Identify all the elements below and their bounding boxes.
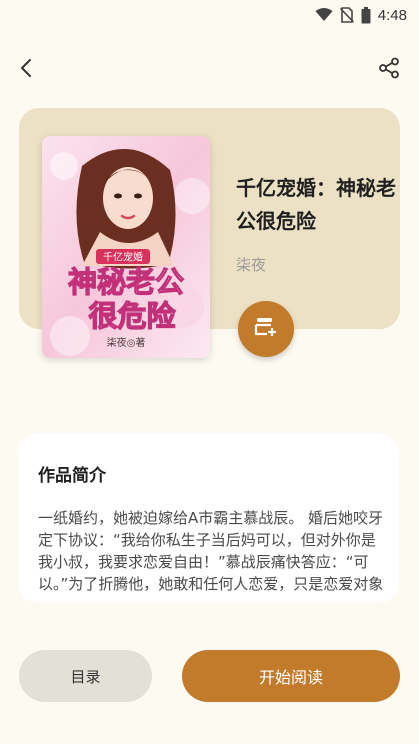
cover-series-tag: 千亿宠婚 bbox=[103, 251, 143, 264]
status-bar: 4:48 bbox=[0, 0, 419, 30]
back-button[interactable] bbox=[12, 56, 40, 84]
cover-title-line2: 很危险 bbox=[88, 299, 176, 333]
back-arrow-icon bbox=[19, 58, 33, 82]
catalog-button[interactable]: 目录 bbox=[19, 650, 152, 702]
share-button[interactable] bbox=[375, 56, 403, 84]
share-icon bbox=[378, 57, 400, 83]
intro-card: 作品简介 一纸婚约，她被迫嫁给A市霸主慕战辰。 婚后她咬牙定下协议：“我给你私生… bbox=[18, 433, 399, 603]
no-sim-icon bbox=[339, 7, 354, 23]
intro-text: 一纸婚约，她被迫嫁给A市霸主慕战辰。 婚后她咬牙定下协议：“我给你私生子当后妈可… bbox=[38, 509, 384, 593]
cover-author-credit: 柒夜◎著 bbox=[107, 336, 146, 349]
book-cover[interactable]: 千亿宠婚 神秘老公 很危险 柒夜◎著 bbox=[42, 136, 210, 358]
top-bar bbox=[0, 48, 419, 92]
start-reading-button[interactable]: 开始阅读 bbox=[182, 650, 400, 702]
cover-title-line1: 神秘老公 bbox=[68, 265, 184, 299]
wifi-icon bbox=[315, 8, 333, 22]
book-title: 千亿宠婚：神秘老公很危险 bbox=[236, 176, 396, 233]
add-to-bookshelf-button[interactable] bbox=[238, 301, 294, 357]
intro-heading: 作品简介 bbox=[38, 466, 106, 486]
battery-icon bbox=[361, 6, 371, 24]
status-time: 4:48 bbox=[377, 6, 407, 24]
add-bookshelf-icon bbox=[253, 315, 279, 343]
book-author[interactable]: 柒夜 bbox=[236, 254, 266, 275]
